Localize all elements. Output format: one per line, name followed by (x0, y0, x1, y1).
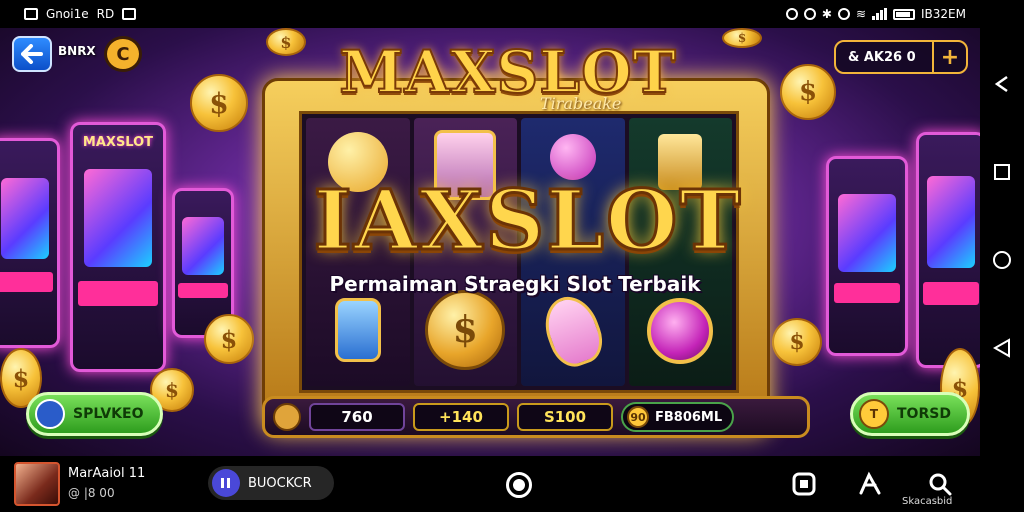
brand-label: BUOCKCR (248, 475, 312, 491)
recents-icon[interactable] (992, 162, 1012, 182)
game-logo-subtitle: Tirabeake (540, 94, 622, 113)
search-label: Skacasbid (902, 496, 953, 507)
coin-icon: $ (772, 318, 822, 366)
arcade-deck (178, 283, 228, 298)
status-left-extra: RD (96, 7, 115, 21)
coin-icon: $ (722, 28, 762, 48)
spin-button[interactable]: SPLVKEO (26, 392, 163, 436)
arcade-cabinet-far-right (916, 132, 980, 368)
bet-value-3: S100 (517, 403, 613, 431)
search-icon[interactable] (926, 470, 954, 498)
coin-icon: $ (190, 74, 248, 132)
notification-icon (122, 8, 137, 20)
arcade-deck (78, 281, 158, 306)
settings-icon (803, 8, 816, 20)
arrow-left-icon (21, 44, 43, 64)
arcade-cabinet-left: MAXSLOT (70, 122, 166, 372)
coin-button-icon: T (859, 399, 889, 429)
dollar-symbol-icon: $ (425, 290, 506, 370)
wifi-icon: ≋ (855, 7, 867, 21)
balance-display: & AK26 0 + (834, 40, 968, 74)
rank-badge[interactable]: C (104, 36, 142, 72)
balance-value: & AK26 0 (848, 49, 916, 65)
status-bar: Gnoi1e RD ✱ ≋ IB32EM (0, 0, 980, 28)
battery-icon (893, 8, 916, 20)
alarm-icon (785, 8, 798, 20)
bet-coin-icon[interactable] (273, 403, 301, 431)
bottom-app-bar: MarAaiol 11 @ |8 00 BUOCKCR Skacasbid (0, 456, 980, 512)
profile-name: MarAaiol 11 (68, 466, 146, 481)
bet-controls: 760 +140 S100 90 FB806ML (262, 396, 810, 438)
spin-icon (35, 399, 65, 429)
coin-icon: $ (266, 28, 306, 56)
bet-pill-coin: 90 (627, 406, 649, 428)
bet-value-1: 760 (309, 403, 405, 431)
signal-icon (872, 8, 888, 20)
player-tag: BNRX (58, 44, 96, 58)
coin-icon: $ (780, 64, 836, 120)
bet-value-2: +140 (413, 403, 509, 431)
home-record-button[interactable] (506, 472, 532, 498)
game-title: IAXSLOT (312, 173, 743, 269)
game-scene[interactable]: MAXSLOT $ $ $ $ $ $ $ $ $ $ MAXSLOT Tira… (0, 28, 980, 456)
profile-subtitle: @ |8 00 (68, 486, 115, 500)
arcade-cabinet-far-left (0, 138, 60, 348)
system-nav-rail (980, 0, 1024, 512)
top-button[interactable]: T TORSD (850, 392, 970, 436)
note-symbol-icon (334, 298, 381, 362)
arcade-cabinet-right (826, 156, 908, 356)
back-nav-icon[interactable] (992, 338, 1012, 358)
bet-pill[interactable]: 90 FB806ML (621, 402, 735, 432)
back-button[interactable] (12, 36, 52, 72)
coin-icon: $ (204, 314, 254, 364)
brand-chip[interactable]: BUOCKCR (208, 466, 334, 500)
arcade-deck (922, 282, 980, 306)
screenshot-icon (24, 8, 38, 20)
arcade-screen (0, 177, 50, 260)
arcade-cabinet-label: MAXSLOT (82, 134, 154, 150)
brand-logo-icon (212, 469, 240, 497)
gallery-icon[interactable] (790, 470, 818, 498)
status-left-text: Gnoi1e (46, 7, 89, 21)
home-icon[interactable] (992, 250, 1012, 270)
add-balance-button[interactable]: + (932, 42, 966, 72)
arcade-screen (838, 193, 896, 272)
bluetooth-icon: ✱ (821, 7, 832, 21)
top-button-label: TORSD (897, 406, 951, 422)
bet-pill-label: FB806ML (655, 409, 723, 425)
character-symbol-icon (536, 289, 610, 373)
arcade-deck (833, 283, 901, 303)
arcade-deck (0, 271, 54, 292)
arcade-screen (181, 216, 225, 275)
avatar[interactable] (14, 462, 60, 506)
spin-button-label: SPLVKEO (73, 406, 144, 422)
game-logo: MAXSLOT (338, 37, 677, 107)
game-tagline: Permaiman Straegki Slot Terbaik (329, 272, 701, 296)
status-right-text: IB32EM (921, 7, 966, 21)
arcade-screen (83, 168, 153, 267)
share-icon[interactable] (856, 470, 884, 498)
arcade-screen (926, 176, 976, 269)
location-icon (837, 8, 850, 20)
gem-symbol-icon (647, 298, 714, 364)
close-icon[interactable] (992, 74, 1012, 94)
